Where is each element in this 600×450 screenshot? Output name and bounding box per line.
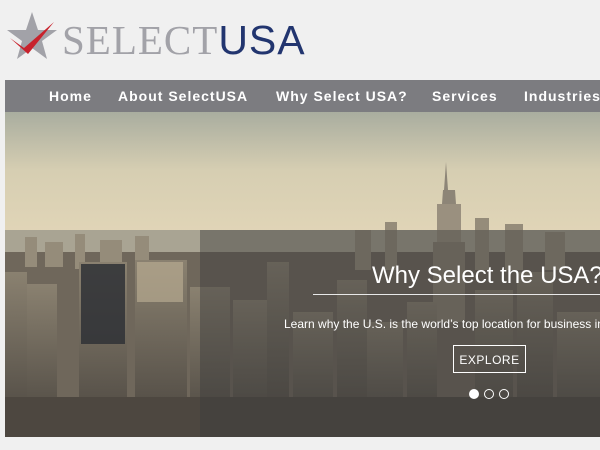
selectusa-logo[interactable]: SELECTUSA [6, 6, 336, 62]
hero-slider: Why Select the USA? Learn why the U.S. i… [5, 112, 600, 437]
slide-dot-1[interactable] [469, 389, 479, 399]
explore-button[interactable]: EXPLORE [453, 345, 526, 373]
logo-select-text: SELECT [62, 17, 219, 63]
nav-item-about[interactable]: About SelectUSA [118, 80, 248, 112]
hero-caption-panel: Why Select the USA? Learn why the U.S. i… [200, 230, 600, 437]
hero-divider [313, 294, 600, 295]
logo-usa-text: USA [218, 17, 306, 63]
hero-title: Why Select the USA? [372, 262, 600, 289]
nav-item-industries[interactable]: Industries [524, 80, 600, 112]
nav-item-services[interactable]: Services [432, 80, 498, 112]
nav-item-why-select-usa[interactable]: Why Select USA? [276, 80, 408, 112]
star-swoosh-icon [7, 12, 57, 59]
hero-subtitle: Learn why the U.S. is the world’s top lo… [284, 317, 600, 331]
slide-dot-2[interactable] [484, 389, 494, 399]
nav-item-home[interactable]: Home [49, 80, 92, 112]
slide-dot-3[interactable] [499, 389, 509, 399]
logo-wordmark: SELECTUSA [62, 18, 306, 62]
main-navigation: Home About SelectUSA Why Select USA? Ser… [5, 80, 600, 112]
